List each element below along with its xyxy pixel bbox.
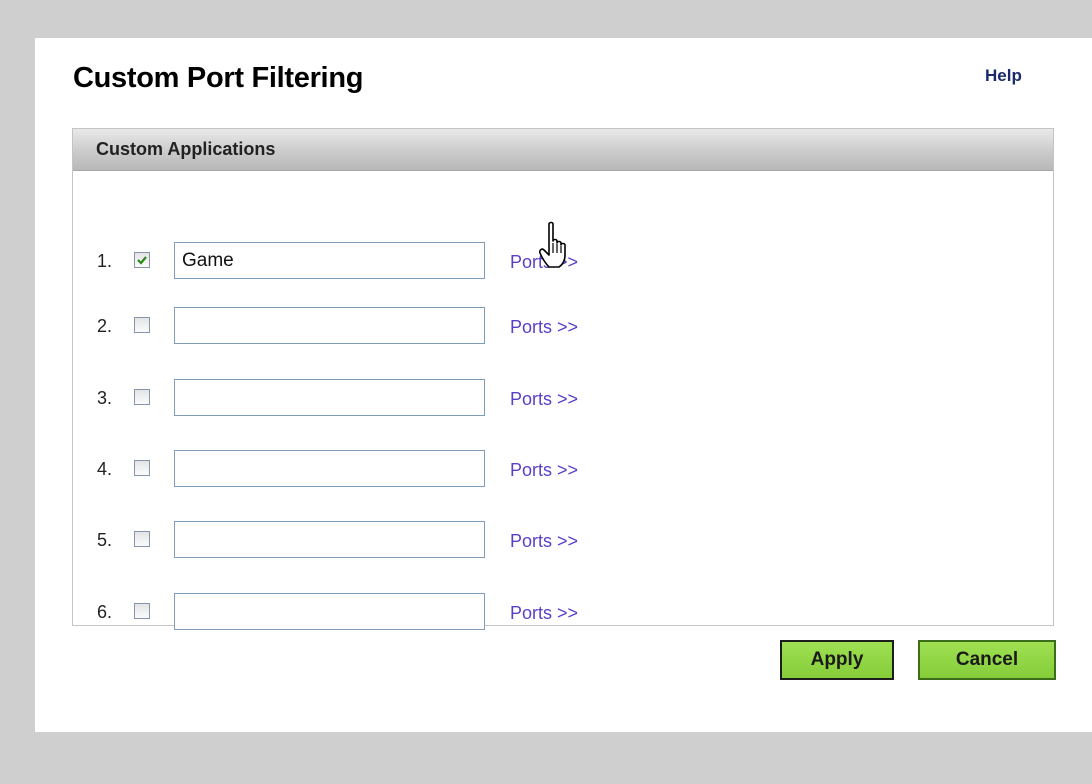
application-row-2: 2. Ports >>: [73, 307, 673, 347]
enable-checkbox-6[interactable]: [134, 603, 150, 619]
ports-link-3[interactable]: Ports >>: [510, 389, 578, 410]
enable-checkbox-5[interactable]: [134, 531, 150, 547]
row-number: 1.: [97, 251, 113, 271]
row-number: 4.: [97, 459, 113, 479]
page-title: Custom Port Filtering: [73, 62, 364, 94]
ports-link-1[interactable]: Ports >>: [510, 252, 578, 273]
application-row-4: 4. Ports >>: [73, 450, 673, 490]
application-name-input-1[interactable]: [174, 242, 485, 279]
ports-link-2[interactable]: Ports >>: [510, 317, 578, 338]
application-name-input-4[interactable]: [174, 450, 485, 487]
application-name-input-5[interactable]: [174, 521, 485, 558]
ports-link-6[interactable]: Ports >>: [510, 603, 578, 624]
main-panel: Custom Port Filtering Help Custom Applic…: [35, 38, 1092, 732]
enable-checkbox-4[interactable]: [134, 460, 150, 476]
application-name-input-6[interactable]: [174, 593, 485, 630]
checkmark-icon: [137, 256, 147, 265]
ports-link-5[interactable]: Ports >>: [510, 531, 578, 552]
row-number: 6.: [97, 602, 113, 622]
custom-applications-section: Custom Applications 1. Ports >> 2. Ports…: [72, 128, 1054, 630]
application-name-input-3[interactable]: [174, 379, 485, 416]
application-name-input-2[interactable]: [174, 307, 485, 344]
section-header: Custom Applications: [73, 129, 1053, 171]
help-link[interactable]: Help: [985, 66, 1022, 86]
row-number: 2.: [97, 316, 113, 336]
enable-checkbox-3[interactable]: [134, 389, 150, 405]
row-number: 5.: [97, 530, 113, 550]
apply-button[interactable]: Apply: [780, 640, 894, 680]
ports-link-4[interactable]: Ports >>: [510, 460, 578, 481]
enable-checkbox-1[interactable]: [134, 252, 150, 268]
application-row-5: 5. Ports >>: [73, 521, 673, 561]
application-row-1: 1. Ports >>: [73, 242, 673, 282]
enable-checkbox-2[interactable]: [134, 317, 150, 333]
application-row-6: 6. Ports >>: [73, 593, 673, 633]
row-number: 3.: [97, 388, 113, 408]
cancel-button[interactable]: Cancel: [918, 640, 1056, 680]
application-row-3: 3. Ports >>: [73, 379, 673, 419]
